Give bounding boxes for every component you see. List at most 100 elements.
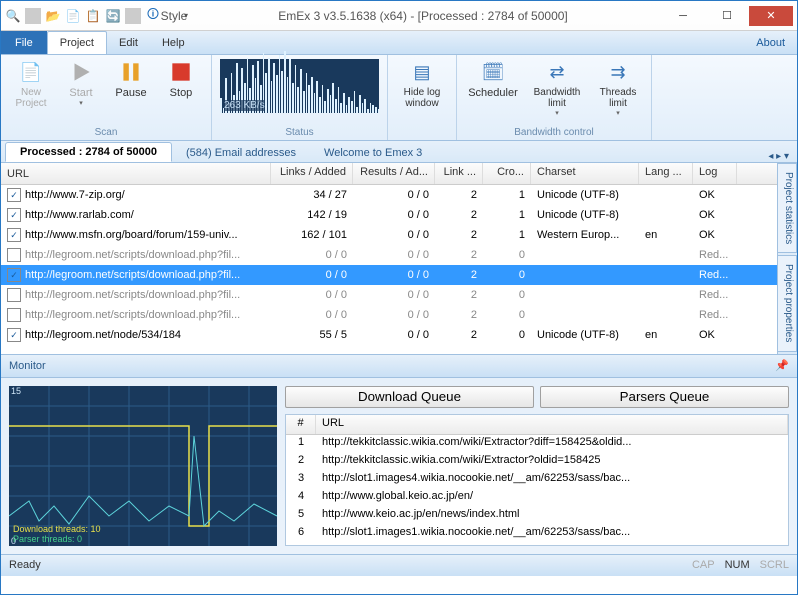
monitor-header: Monitor 📌 — [1, 354, 797, 378]
table-row[interactable]: ✓ http://www.msfn.org/board/forum/159-uni… — [1, 225, 777, 245]
row-checkbox[interactable]: ✓ — [7, 208, 21, 222]
row-url: http://www.rarlab.com/ — [25, 209, 134, 221]
start-button[interactable]: Start▾ — [59, 59, 103, 107]
queue-col-num: # — [286, 415, 316, 434]
queue-row[interactable]: 5http://www.keio.ac.jp/en/news/index.htm… — [286, 507, 788, 525]
table-row[interactable]: http://legroom.net/scripts/download.php?… — [1, 245, 777, 265]
monitor-panel: 150 Download threads: 10 Parser threads:… — [1, 378, 797, 554]
side-tab-properties[interactable]: Project properties — [778, 255, 797, 351]
queue-row[interactable]: 2http://tekkitclassic.wikia.com/wiki/Ext… — [286, 453, 788, 471]
stop-icon — [168, 59, 194, 85]
row-checkbox[interactable]: ✓ — [7, 228, 21, 242]
table-row[interactable]: ✓ http://legroom.net/scripts/download.php… — [1, 265, 777, 285]
row-url: http://legroom.net/scripts/download.php?… — [25, 309, 240, 321]
row-checkbox[interactable] — [7, 308, 21, 322]
bandwidth-icon: ⇄ — [544, 59, 570, 85]
window-title: EmEx 3 v3.5.1638 (x64) - [Processed : 27… — [185, 9, 661, 23]
pause-button[interactable]: Pause — [109, 59, 153, 99]
table-row[interactable]: http://legroom.net/scripts/download.php?… — [1, 285, 777, 305]
statusbar: Ready CAP NUM SCRL — [1, 554, 797, 576]
close-button[interactable]: ✕ — [749, 6, 793, 26]
row-url: http://www.7-zip.org/ — [25, 189, 125, 201]
tab-emails[interactable]: (584) Email addresses — [172, 144, 310, 162]
col-cro: Cro... — [483, 163, 531, 184]
status-graph: 263 KB/s — [220, 59, 379, 113]
bandwidth-group-label: Bandwidth control — [465, 125, 643, 138]
tab-processed[interactable]: Processed : 2784 of 50000 — [5, 142, 172, 162]
hide-log-button[interactable]: ▤ Hide log window — [396, 59, 448, 109]
col-links-added: Links / Added — [271, 163, 353, 184]
col-results: Results / Ad... — [353, 163, 435, 184]
row-checkbox[interactable]: ✓ — [7, 188, 21, 202]
row-url: http://www.msfn.org/board/forum/159-univ… — [25, 229, 238, 241]
document-tabs: Processed : 2784 of 50000 (584) Email ad… — [1, 141, 797, 163]
ql-copy-icon[interactable]: 📋 — [85, 8, 101, 24]
minimize-button[interactable]: ─ — [661, 6, 705, 26]
row-url: http://legroom.net/node/534/184 — [25, 329, 181, 341]
col-lang: Lang ... — [639, 163, 693, 184]
ql-doc-icon[interactable]: 📄 — [65, 8, 81, 24]
row-url: http://legroom.net/scripts/download.php?… — [25, 289, 240, 301]
table-row[interactable]: ✓http://www.7-zip.org/34 / 270 / 021Unic… — [1, 185, 777, 205]
row-url: http://legroom.net/scripts/download.php?… — [25, 269, 240, 281]
row-checkbox[interactable]: ✓ — [7, 268, 21, 282]
menu-about[interactable]: About — [744, 33, 797, 53]
queue-row[interactable]: 4http://www.global.keio.ac.jp/en/ — [286, 489, 788, 507]
new-project-icon: 📄 — [18, 59, 44, 85]
monitor-graph: 150 Download threads: 10 Parser threads:… — [9, 386, 277, 546]
queue-row[interactable]: 1http://tekkitclassic.wikia.com/wiki/Ext… — [286, 435, 788, 453]
style-dropdown[interactable]: Style ▾ — [169, 8, 185, 24]
titlebar: 🔍 📂 📄 📋 🔄 🛈 Style ▾ EmEx 3 v3.5.1638 (x6… — [1, 1, 797, 31]
num-indicator: NUM — [725, 559, 750, 571]
row-url: http://legroom.net/scripts/download.php?… — [25, 249, 240, 261]
bandwidth-limit-button[interactable]: ⇄ Bandwidth limit▾ — [527, 59, 587, 117]
status-ready: Ready — [9, 559, 41, 571]
scheduler-icon: 🗓 — [480, 59, 506, 85]
scheduler-button[interactable]: 🗓 Scheduler — [465, 59, 521, 99]
parser-threads-label: Parser threads: 0 — [13, 534, 101, 544]
pause-icon — [118, 59, 144, 85]
ql-icon-1[interactable]: 🔍 — [5, 8, 21, 24]
menubar: File Project Edit Help About — [1, 31, 797, 55]
ql-help-icon[interactable]: 🛈 — [145, 8, 161, 24]
menu-help[interactable]: Help — [150, 31, 197, 54]
new-project-button[interactable]: 📄 New Project — [9, 59, 53, 109]
pin-icon[interactable]: 📌 — [775, 359, 789, 372]
table-row[interactable]: http://legroom.net/scripts/download.php?… — [1, 305, 777, 325]
play-icon — [68, 59, 94, 85]
monitor-title: Monitor — [9, 360, 46, 372]
transfer-rate: 263 KB/s — [224, 100, 265, 111]
tab-nav[interactable]: ◂ ▸ ▾ — [768, 151, 793, 162]
maximize-button[interactable]: ☐ — [705, 6, 749, 26]
queue-table: # URL 1http://tekkitclassic.wikia.com/wi… — [285, 414, 789, 546]
queue-row[interactable]: 6http://slot1.images1.wikia.nocookie.net… — [286, 525, 788, 543]
side-tab-statistics[interactable]: Project statistics — [778, 163, 797, 253]
stop-button[interactable]: Stop — [159, 59, 203, 99]
row-checkbox[interactable]: ✓ — [7, 328, 21, 342]
row-checkbox[interactable] — [7, 288, 21, 302]
row-checkbox[interactable] — [7, 248, 21, 262]
table-row[interactable]: ✓http://legroom.net/node/534/18455 / 50 … — [1, 325, 777, 345]
col-log: Log — [693, 163, 737, 184]
download-queue-button[interactable]: Download Queue — [285, 386, 534, 408]
queue-row[interactable]: 3http://slot1.images4.wikia.nocookie.net… — [286, 471, 788, 489]
tab-welcome[interactable]: Welcome to Emex 3 — [310, 144, 436, 162]
ribbon: 📄 New Project Start▾ Pause Stop Scan 263… — [1, 55, 797, 141]
menu-edit[interactable]: Edit — [107, 31, 150, 54]
menu-file[interactable]: File — [1, 31, 47, 54]
url-grid: URL Links / Added Results / Ad... Link .… — [1, 163, 777, 346]
parsers-queue-button[interactable]: Parsers Queue — [540, 386, 789, 408]
hidelog-icon: ▤ — [409, 59, 435, 85]
queue-col-url: URL — [316, 415, 788, 434]
cap-indicator: CAP — [692, 559, 715, 571]
scan-group-label: Scan — [9, 125, 203, 138]
threads-limit-button[interactable]: ⇉ Threads limit▾ — [593, 59, 643, 117]
ql-refresh-icon[interactable]: 🔄 — [105, 8, 121, 24]
col-url: URL — [1, 163, 271, 184]
table-row[interactable]: ✓http://www.rarlab.com/142 / 190 / 021Un… — [1, 205, 777, 225]
col-link: Link ... — [435, 163, 483, 184]
menu-project[interactable]: Project — [47, 31, 107, 54]
ql-open-icon[interactable]: 📂 — [45, 8, 61, 24]
scrl-indicator: SCRL — [760, 559, 789, 571]
grid-header[interactable]: URL Links / Added Results / Ad... Link .… — [1, 163, 777, 185]
